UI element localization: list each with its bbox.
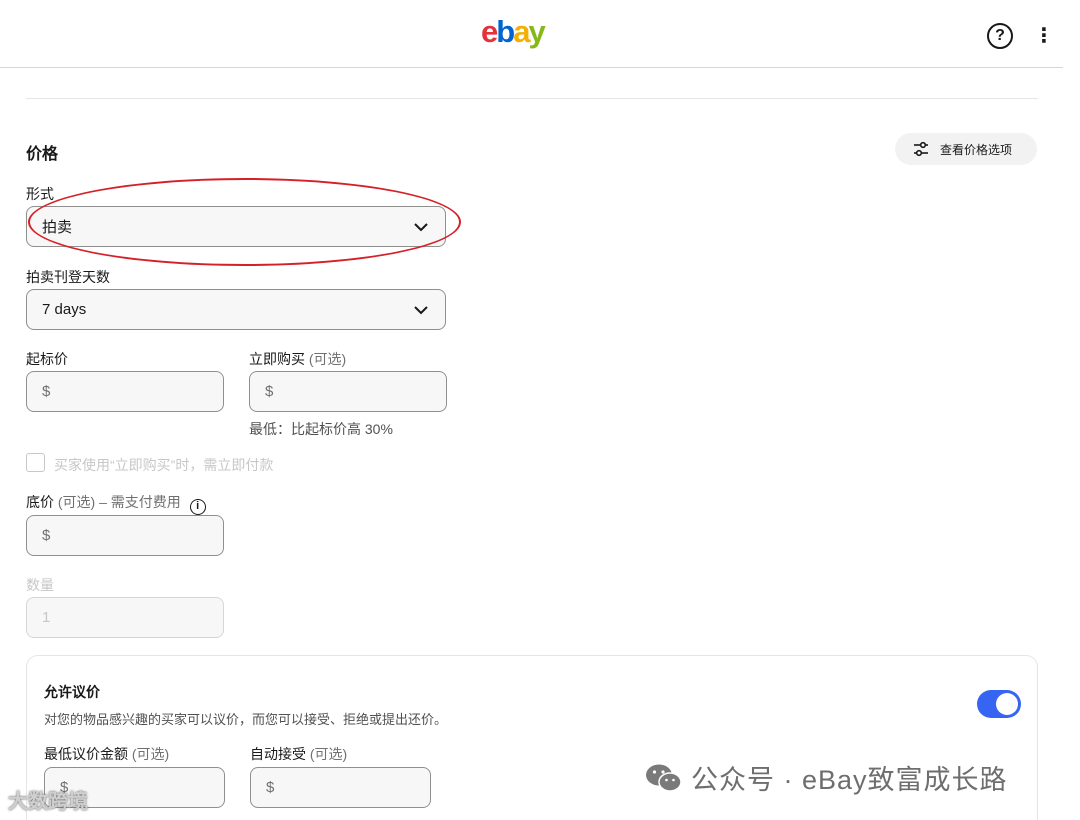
wechat-watermark: 公众号 · eBay致富成长路 (645, 758, 1008, 797)
chevron-down-icon (414, 306, 428, 315)
wechat-icon (646, 764, 682, 792)
section-divider (26, 98, 1038, 99)
currency-symbol: $ (42, 527, 51, 544)
best-offer-description: 对您的物品感兴趣的买家可以议价，而您可以接受、拒绝或提出还价。 (44, 712, 448, 727)
watermark-text: 公众号 · eBay致富成长路 (691, 765, 1008, 795)
reserve-price-label-text: 底价 (26, 494, 54, 510)
toggle-knob (996, 693, 1018, 715)
immediate-payment-checkbox[interactable] (26, 453, 45, 472)
optional-tag: (可选) (57, 494, 96, 510)
corner-watermark: 大数跨境 (8, 791, 88, 813)
format-selected-value: 拍卖 (42, 219, 73, 236)
pricing-section-title: 价格 (26, 146, 59, 163)
currency-symbol: $ (266, 779, 275, 796)
help-icon[interactable]: ? (987, 23, 1013, 49)
info-icon[interactable]: i (189, 499, 206, 515)
ebay-logo[interactable]: ebay (481, 14, 546, 50)
best-offer-toggle[interactable] (977, 690, 1021, 718)
optional-tag: (可选) (308, 351, 347, 367)
currency-symbol: $ (265, 383, 274, 400)
auto-accept-label-text: 自动接受 (250, 746, 306, 762)
duration-label: 拍卖刊登天数 (26, 269, 110, 285)
quantity-input[interactable]: 1 (26, 597, 224, 638)
optional-tag: (可选) (131, 746, 170, 762)
quantity-value: 1 (42, 609, 51, 626)
optional-tag: (可选) (309, 746, 348, 762)
chevron-down-icon (414, 223, 428, 232)
reserve-price-label: 底价 (可选) – 需支付费用 i (26, 492, 206, 515)
min-offer-label: 最低议价金额 (可选) (44, 744, 169, 764)
format-label: 形式 (26, 186, 54, 202)
view-price-options-button[interactable]: 查看价格选项 (895, 133, 1037, 165)
starting-price-input[interactable]: $ (26, 371, 224, 412)
min-offer-label-text: 最低议价金额 (44, 746, 128, 762)
buy-it-now-hint: 最低：比起标价高 30% (249, 421, 393, 437)
view-price-options-label: 查看价格选项 (940, 142, 1013, 157)
more-vertical-icon[interactable]: ⋮ (1034, 22, 1054, 50)
currency-symbol: $ (42, 383, 51, 400)
buy-it-now-label-text: 立即购买 (249, 351, 305, 367)
auto-accept-label: 自动接受 (可选) (250, 744, 347, 764)
buy-it-now-input[interactable]: $ (249, 371, 447, 412)
reserve-price-input[interactable]: $ (26, 515, 224, 556)
top-header: ebay ? ⋮ (0, 0, 1063, 68)
format-select[interactable]: 拍卖 (26, 206, 446, 247)
duration-selected-value: 7 days (42, 301, 87, 318)
sliders-icon (914, 141, 928, 157)
duration-select[interactable]: 7 days (26, 289, 446, 330)
starting-price-label: 起标价 (26, 351, 68, 367)
auto-accept-input[interactable]: $ (250, 767, 431, 808)
buy-it-now-label: 立即购买 (可选) (249, 349, 346, 369)
best-offer-title: 允许议价 (44, 684, 100, 700)
fee-note: – 需支付费用 (99, 494, 181, 510)
quantity-label: 数量 (26, 577, 54, 593)
immediate-payment-label: 买家使用“立即购买”时，需立即付款 (54, 457, 274, 473)
